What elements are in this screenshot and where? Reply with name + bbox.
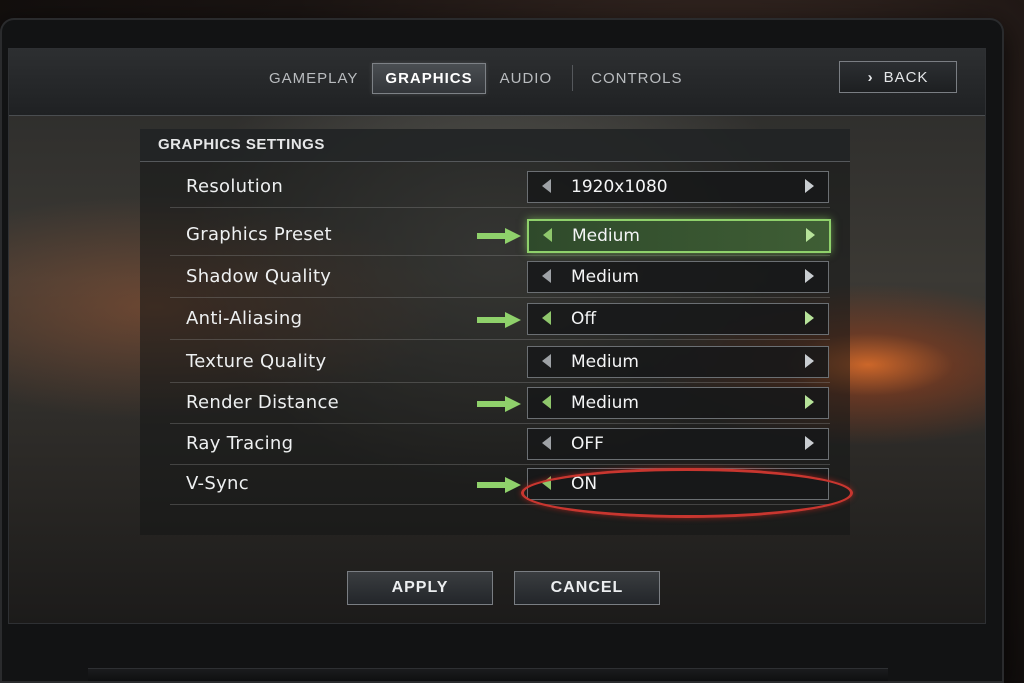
selector-value: 1920x1080	[571, 177, 668, 197]
tab-divider	[572, 65, 574, 91]
top-nav-bar: GAMEPLAY GRAPHICS AUDIO CONTROLS › BACK	[9, 49, 985, 116]
setting-label: V-Sync	[186, 473, 249, 494]
panel-title: GRAPHICS SETTINGS	[158, 136, 325, 153]
setting-label: Anti-Aliasing	[186, 308, 303, 329]
setting-label: Render Distance	[186, 392, 340, 413]
tab-controls[interactable]: CONTROLS	[579, 64, 694, 93]
selector-value: Medium	[571, 267, 639, 287]
arrow-right-icon[interactable]	[805, 179, 814, 193]
arrow-left-icon[interactable]	[542, 436, 551, 450]
tab-gameplay[interactable]: GAMEPLAY	[257, 64, 370, 93]
selector-value: Off	[571, 309, 597, 329]
arrow-right-icon[interactable]	[805, 269, 814, 283]
setting-label: Graphics Preset	[186, 224, 332, 245]
laptop-frame: GAMEPLAY GRAPHICS AUDIO CONTROLS › BACK …	[0, 18, 1004, 683]
arrow-left-icon[interactable]	[542, 395, 551, 409]
setting-row-anti-aliasing: Anti-Aliasing Off	[170, 299, 830, 340]
back-button[interactable]: › BACK	[839, 61, 957, 93]
green-callout-arrow-icon	[477, 396, 521, 412]
apply-button[interactable]: APPLY	[347, 571, 493, 605]
arrow-right-icon[interactable]	[806, 228, 815, 242]
cancel-button[interactable]: CANCEL	[514, 571, 660, 605]
selector-value: Medium	[572, 226, 640, 246]
arrow-right-icon[interactable]	[805, 354, 814, 368]
arrow-left-icon[interactable]	[542, 311, 551, 325]
arrow-right-icon[interactable]	[805, 311, 814, 325]
setting-row-ray-tracing: Ray Tracing OFF	[170, 424, 830, 465]
value-selector[interactable]: Medium	[527, 219, 831, 253]
selector-value: Medium	[571, 352, 639, 372]
setting-label: Shadow Quality	[186, 266, 332, 287]
value-selector[interactable]: Medium	[527, 346, 829, 378]
laptop-hinge	[88, 668, 888, 681]
arrow-right-icon[interactable]	[805, 436, 814, 450]
back-button-label: BACK	[883, 68, 929, 86]
value-selector[interactable]: Medium	[527, 261, 829, 293]
value-selector[interactable]: OFF	[527, 428, 829, 460]
ray-tracing-annotation-circle	[521, 468, 853, 518]
arrow-left-icon[interactable]	[543, 228, 552, 242]
green-callout-arrow-icon	[477, 228, 521, 244]
arrow-left-icon[interactable]	[542, 269, 551, 283]
tab-audio[interactable]: AUDIO	[488, 64, 565, 93]
setting-row-texture-quality: Texture Quality Medium	[170, 342, 830, 383]
setting-label: Ray Tracing	[186, 433, 294, 454]
value-selector[interactable]: 1920x1080	[527, 171, 829, 203]
value-selector[interactable]: Off	[527, 303, 829, 335]
setting-label: Texture Quality	[186, 351, 327, 372]
settings-tabs: GAMEPLAY GRAPHICS AUDIO CONTROLS	[257, 61, 696, 95]
arrow-left-icon[interactable]	[542, 354, 551, 368]
chevron-right-icon: ›	[867, 68, 874, 86]
setting-row-graphics-preset: Graphics Preset Medium	[170, 215, 831, 256]
setting-label: Resolution	[186, 176, 284, 197]
arrow-left-icon[interactable]	[542, 179, 551, 193]
selector-value: Medium	[571, 393, 639, 413]
green-callout-arrow-icon	[477, 312, 521, 328]
setting-row-render-distance: Render Distance Medium	[170, 383, 830, 424]
arrow-right-icon[interactable]	[805, 395, 814, 409]
tab-graphics[interactable]: GRAPHICS	[372, 62, 486, 94]
value-selector[interactable]: Medium	[527, 387, 829, 419]
selector-value: OFF	[571, 434, 604, 454]
green-callout-arrow-icon	[477, 477, 521, 493]
panel-header: GRAPHICS SETTINGS	[140, 129, 850, 162]
setting-row-resolution: Resolution 1920x1080	[170, 167, 830, 208]
game-settings-screen: GAMEPLAY GRAPHICS AUDIO CONTROLS › BACK …	[8, 48, 986, 624]
setting-row-shadow-quality: Shadow Quality Medium	[170, 257, 830, 298]
